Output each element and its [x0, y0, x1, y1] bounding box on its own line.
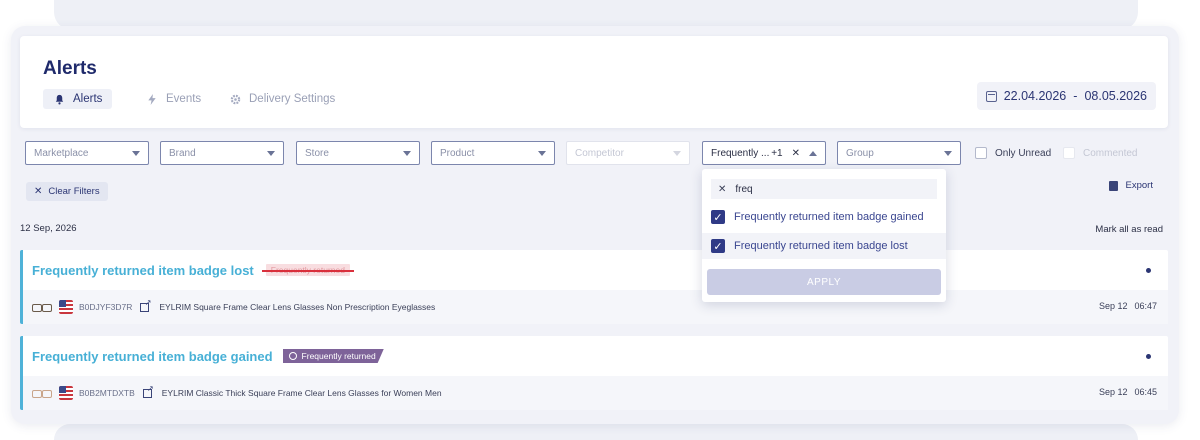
badge-label: Frequently returned [301, 351, 376, 361]
checkbox-box [1063, 147, 1075, 159]
export-button[interactable]: Export [1108, 180, 1153, 191]
product-thumbnail [31, 389, 53, 398]
gear-icon [229, 93, 241, 105]
page-title: Alerts [43, 58, 97, 79]
background-card-bottom [54, 424, 1138, 440]
us-flag-icon [59, 386, 73, 400]
marketplace-placeholder: Marketplace [34, 147, 89, 159]
group-select[interactable]: Group [837, 141, 961, 165]
commented-checkbox: Commented [1063, 147, 1137, 159]
competitor-select: Competitor [566, 141, 690, 165]
marketplace-select[interactable]: Marketplace [25, 141, 149, 165]
chevron-down-icon [944, 150, 952, 156]
apply-button[interactable]: APPLY [707, 269, 941, 295]
date-separator: - [1073, 89, 1078, 103]
product-thumbnail [31, 303, 53, 312]
export-icon [1108, 180, 1118, 191]
unread-dot[interactable] [1146, 354, 1151, 359]
dropdown-search-input[interactable]: ✕ freq [711, 179, 937, 199]
commented-label: Commented [1083, 147, 1138, 159]
chevron-down-icon [673, 150, 681, 156]
alert-timestamp: Sep 12 06:47 [1099, 301, 1157, 311]
product-asin: B0DJYF3D7R [79, 302, 133, 312]
clear-filters-button[interactable]: ✕ Clear Filters [26, 182, 108, 201]
alert-date: Sep 12 [1098, 301, 1128, 311]
brand-select[interactable]: Brand [160, 141, 284, 165]
alert-card[interactable]: Frequently returned item badge gained Fr… [20, 336, 1168, 410]
product-name: EYLRIM Square Frame Clear Lens Glasses N… [159, 302, 436, 312]
tab-events[interactable]: Events [136, 89, 211, 109]
mark-all-read-link[interactable]: Mark all as read [1095, 224, 1163, 235]
group-date-heading: 12 Sep, 2026 [20, 223, 77, 234]
alert-product-row: B0DJYF3D7R EYLRIM Square Frame Clear Len… [23, 290, 1168, 324]
unread-dot[interactable] [1146, 268, 1151, 273]
group-placeholder: Group [846, 147, 874, 159]
badge-lost: Frequently returned [261, 264, 355, 276]
badge-gained: Frequently returned [282, 349, 384, 363]
store-select[interactable]: Store [296, 141, 420, 165]
alert-title[interactable]: Frequently returned item badge gained [32, 349, 273, 364]
external-link-icon[interactable] [142, 384, 154, 398]
alert-type-dropdown: ✕ freq ✓ Frequently returned item badge … [702, 169, 946, 302]
only-unread-label: Only Unread [995, 147, 1052, 159]
alerts-panel: Alerts Alerts Events Delivery Settings 2… [11, 26, 1179, 424]
external-link-icon[interactable] [140, 298, 151, 312]
tab-alerts[interactable]: Alerts [43, 89, 113, 109]
dropdown-option[interactable]: ✓ Frequently returned item badge lost [702, 233, 946, 259]
date-range-picker[interactable]: 22.04.2026 - 08.05.2026 [976, 82, 1156, 110]
tab-label: Delivery Settings [249, 93, 336, 105]
alert-timestamp: Sep 12 06:45 [1099, 387, 1157, 397]
only-unread-checkbox[interactable]: Only Unread [975, 147, 1051, 159]
page-header: Alerts Alerts Events Delivery Settings 2… [20, 36, 1168, 128]
alert-type-count: +1 [771, 147, 783, 159]
bell-icon [53, 93, 65, 105]
chevron-down-icon [403, 150, 411, 156]
checkbox-checked-icon[interactable]: ✓ [711, 210, 725, 224]
option-label: Frequently returned item badge gained [734, 211, 924, 223]
search-value: freq [735, 183, 753, 195]
product-asin: B0B2MTDXTB [79, 388, 135, 398]
calendar-icon [985, 90, 997, 102]
checkbox-box[interactable] [975, 147, 987, 159]
tab-delivery-settings[interactable]: Delivery Settings [219, 89, 345, 109]
store-placeholder: Store [305, 147, 329, 159]
clear-filters-label: Clear Filters [48, 186, 100, 197]
product-name: EYLRIM Classic Thick Square Frame Clear … [161, 388, 442, 398]
alert-time: 06:45 [1134, 387, 1157, 397]
product-placeholder: Product [440, 147, 475, 159]
option-label: Frequently returned item badge lost [734, 240, 908, 252]
clear-selection-icon[interactable]: ✕ [792, 148, 800, 159]
product-select[interactable]: Product [431, 141, 555, 165]
competitor-placeholder: Competitor [575, 147, 624, 159]
badge-icon [288, 352, 297, 360]
date-to: 08.05.2026 [1084, 89, 1147, 103]
alert-product-row: B0B2MTDXTB EYLRIM Classic Thick Square F… [23, 376, 1168, 410]
clear-search-icon[interactable]: ✕ [718, 184, 726, 195]
us-flag-icon [59, 300, 73, 314]
bolt-icon [146, 93, 158, 105]
alert-time: 06:47 [1134, 301, 1157, 311]
tab-label: Events [166, 93, 202, 105]
checkbox-checked-icon[interactable]: ✓ [711, 239, 725, 253]
brand-placeholder: Brand [169, 147, 196, 159]
alert-title[interactable]: Frequently returned item badge lost [32, 263, 254, 278]
chevron-down-icon [267, 150, 275, 156]
alert-card[interactable]: Frequently returned item badge lost Freq… [20, 250, 1168, 324]
close-icon: ✕ [34, 186, 43, 197]
chevron-down-icon [132, 150, 140, 156]
export-label: Export [1125, 180, 1153, 191]
chevron-down-icon [538, 150, 546, 156]
alert-type-select[interactable]: Frequently ... +1 ✕ [702, 141, 826, 165]
alert-type-value: Frequently ... [711, 147, 770, 159]
date-from: 22.04.2026 [1003, 89, 1067, 103]
chevron-up-icon[interactable] [809, 150, 817, 156]
alert-date: Sep 12 [1098, 387, 1128, 397]
tab-label: Alerts [73, 93, 103, 105]
dropdown-option[interactable]: ✓ Frequently returned item badge gained [702, 204, 946, 230]
